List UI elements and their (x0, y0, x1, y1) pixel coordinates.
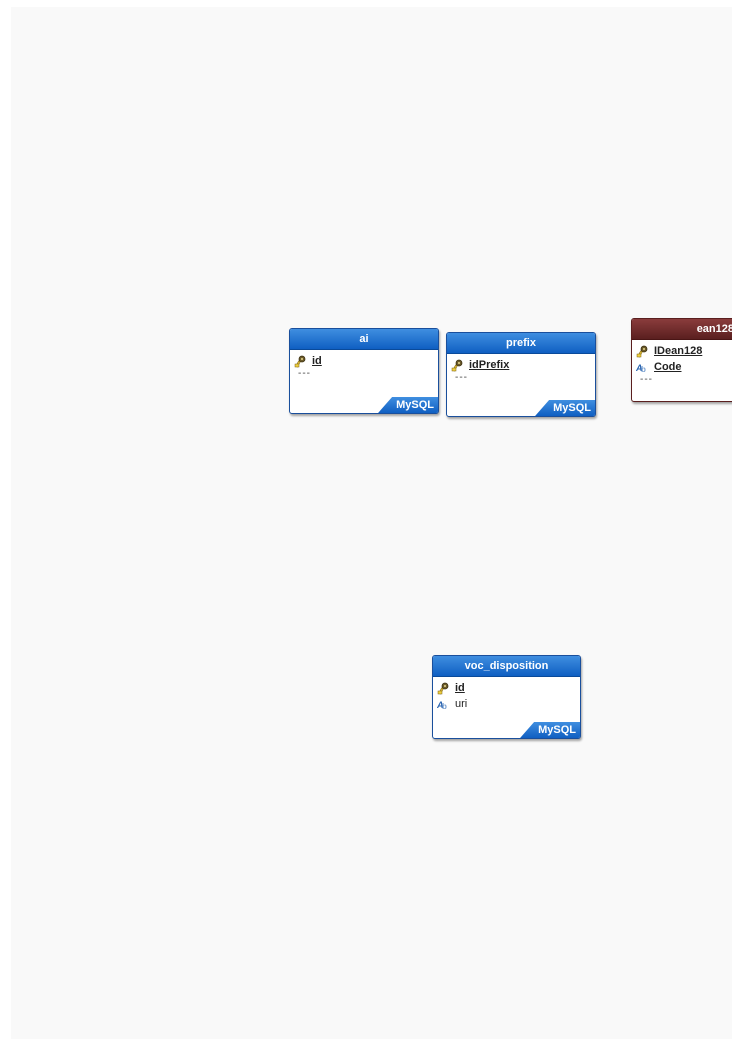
primary-key-icon (437, 682, 450, 695)
field-name: id (312, 355, 322, 367)
table-voc-disposition[interactable]: voc_disposition id uri MySQL (432, 655, 581, 739)
field-name: IDean128 (654, 345, 703, 357)
field-name: Code (654, 361, 682, 373)
table-ai[interactable]: ai id --- MySQL (289, 328, 439, 414)
field-name: uri (455, 698, 468, 710)
table-header[interactable]: voc_disposition (433, 656, 580, 677)
field-row[interactable]: idPrefix (451, 357, 595, 373)
primary-key-icon (636, 345, 649, 358)
primary-key-icon (294, 355, 307, 368)
field-name: idPrefix (469, 359, 510, 371)
field-icon (636, 361, 649, 374)
diagram-canvas[interactable]: ai id --- MySQL prefix idPrefix --- MySQ… (11, 7, 732, 1039)
field-row[interactable]: uri (437, 696, 580, 712)
field-row[interactable]: id (294, 353, 438, 369)
engine-badge: MySQL (378, 397, 438, 413)
table-title: ean128 (696, 323, 732, 335)
field-row[interactable]: Code (636, 359, 732, 375)
table-ean128[interactable]: ean128 IDean128 Code --- (631, 318, 732, 402)
primary-key-icon (451, 359, 464, 372)
table-header[interactable]: ean128 (632, 319, 732, 340)
table-header[interactable]: ai (290, 329, 438, 350)
more-fields-indicator: --- (640, 374, 653, 385)
field-row[interactable]: IDean128 (636, 343, 732, 359)
engine-badge: MySQL (520, 722, 580, 738)
table-prefix[interactable]: prefix idPrefix --- MySQL (446, 332, 596, 417)
engine-badge: MySQL (535, 400, 595, 416)
table-header[interactable]: prefix (447, 333, 595, 354)
field-row[interactable]: id (437, 680, 580, 696)
field-icon (437, 698, 450, 711)
more-fields-indicator: --- (455, 372, 468, 383)
more-fields-indicator: --- (298, 368, 311, 379)
field-name: id (455, 682, 465, 694)
